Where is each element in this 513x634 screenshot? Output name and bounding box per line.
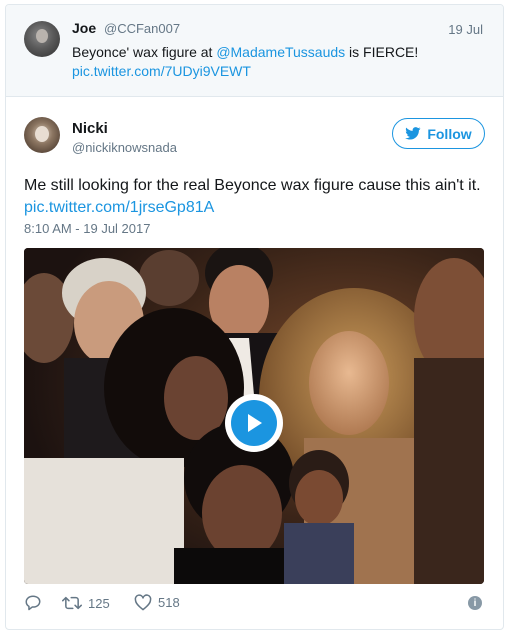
play-icon — [248, 414, 262, 432]
reply-button[interactable] — [24, 594, 42, 612]
tweet-actions: 125 518 i — [24, 594, 484, 614]
retweet-icon — [62, 596, 82, 610]
tweet-text: Me still looking for the real Beyonce wa… — [24, 177, 481, 194]
quoted-text-suffix: is FIERCE! — [345, 44, 419, 60]
quoted-mention-link[interactable]: @MadameTussauds — [216, 44, 345, 60]
embedded-tweet-card: Joe @CCFan007 19 Jul Beyonce' wax figure… — [5, 4, 504, 630]
author-name[interactable]: Nicki — [72, 120, 108, 137]
retweet-count: 125 — [88, 595, 110, 611]
tweet-video[interactable] — [24, 248, 484, 584]
reply-icon — [25, 595, 41, 611]
tweet-media-link[interactable]: pic.twitter.com/1jrseGp81A — [24, 197, 214, 219]
heart-icon — [134, 594, 152, 611]
retweet-button[interactable]: 125 — [62, 594, 110, 612]
quoted-author-name[interactable]: Joe — [72, 20, 96, 36]
author-avatar[interactable] — [24, 117, 60, 153]
quoted-author-avatar[interactable] — [24, 21, 60, 57]
quoted-tweet-text: Beyonce' wax figure at @MadameTussauds i… — [72, 42, 418, 62]
quoted-media-link[interactable]: pic.twitter.com/7UDyi9VEWT — [72, 63, 251, 79]
follow-label: Follow — [427, 125, 472, 142]
play-button[interactable] — [225, 394, 283, 452]
quoted-tweet[interactable]: Joe @CCFan007 19 Jul Beyonce' wax figure… — [6, 5, 503, 97]
quoted-tweet-date[interactable]: 19 Jul — [448, 22, 483, 37]
follow-button[interactable]: Follow — [392, 118, 485, 149]
quoted-text-prefix: Beyonce' wax figure at — [72, 44, 217, 60]
play-button-inner — [231, 400, 277, 446]
author-handle[interactable]: @nickiknowsnada — [72, 140, 177, 155]
like-count: 518 — [158, 595, 180, 610]
info-icon[interactable]: i — [468, 596, 482, 610]
twitter-bird-icon — [405, 127, 421, 140]
like-button[interactable]: 518 — [134, 594, 180, 611]
quoted-author-handle[interactable]: @CCFan007 — [104, 21, 180, 36]
tweet-timestamp[interactable]: 8:10 AM - 19 Jul 2017 — [24, 221, 150, 236]
